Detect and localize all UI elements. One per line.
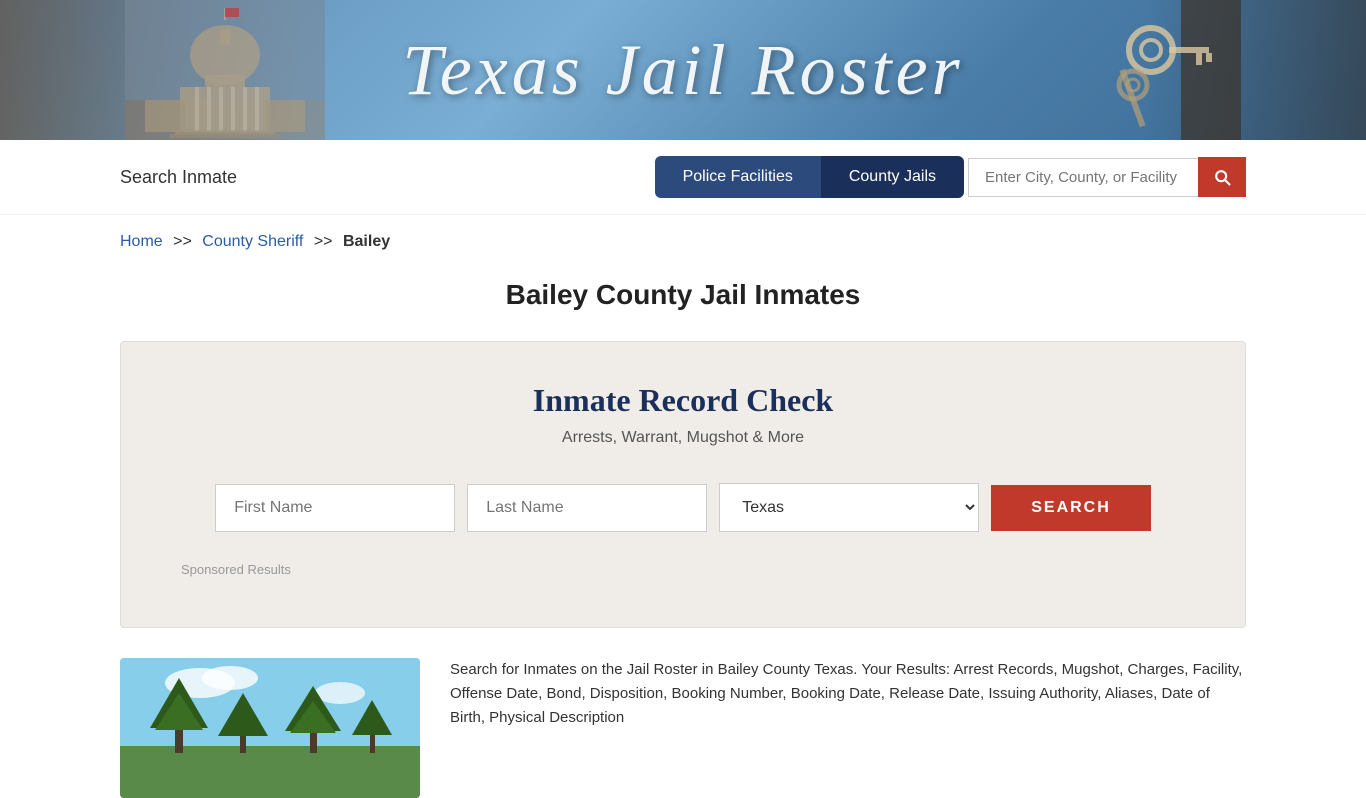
first-name-input[interactable] [215, 484, 455, 532]
inmate-search-subtitle: Arrests, Warrant, Mugshot & More [181, 429, 1185, 447]
nav-search-wrapper [968, 157, 1246, 197]
nav-search-button[interactable] [1198, 157, 1246, 197]
page-title-section: Bailey County Jail Inmates [0, 269, 1366, 341]
breadcrumb: Home >> County Sheriff >> Bailey [0, 215, 1366, 269]
inmate-search-button[interactable]: SEARCH [991, 485, 1151, 531]
header-banner: Texas Jail Roster [0, 0, 1366, 140]
capitol-building-icon [125, 0, 325, 140]
bottom-content: Search for Inmates on the Jail Roster in… [120, 658, 1246, 798]
state-select[interactable]: Texas Alabama Alaska Arizona Arkansas Ca… [719, 483, 979, 532]
nav-search-input[interactable] [968, 158, 1198, 197]
banner-title: Texas Jail Roster [402, 29, 963, 112]
inmate-search-section: Inmate Record Check Arrests, Warrant, Mu… [120, 341, 1246, 628]
county-jails-button[interactable]: County Jails [821, 156, 964, 198]
sponsored-results-label: Sponsored Results [181, 562, 1185, 577]
inmate-search-form: Texas Alabama Alaska Arizona Arkansas Ca… [181, 483, 1185, 532]
nav-bar: Search Inmate Police Facilities County J… [0, 140, 1366, 215]
inmate-search-title: Inmate Record Check [181, 382, 1185, 419]
search-icon [1212, 167, 1232, 187]
search-inmate-label: Search Inmate [120, 167, 237, 188]
breadcrumb-current: Bailey [343, 233, 390, 250]
nav-right: Police Facilities County Jails [655, 156, 1246, 198]
breadcrumb-separator-1: >> [173, 233, 192, 250]
breadcrumb-county-sheriff-link[interactable]: County Sheriff [202, 233, 303, 250]
police-facilities-button[interactable]: Police Facilities [655, 156, 821, 198]
bottom-description: Search for Inmates on the Jail Roster in… [450, 658, 1246, 730]
last-name-input[interactable] [467, 484, 707, 532]
breadcrumb-separator-2: >> [314, 233, 333, 250]
breadcrumb-home-link[interactable]: Home [120, 233, 163, 250]
keys-icon [1061, 0, 1241, 140]
bottom-thumbnail [120, 658, 420, 798]
page-title: Bailey County Jail Inmates [0, 279, 1366, 311]
